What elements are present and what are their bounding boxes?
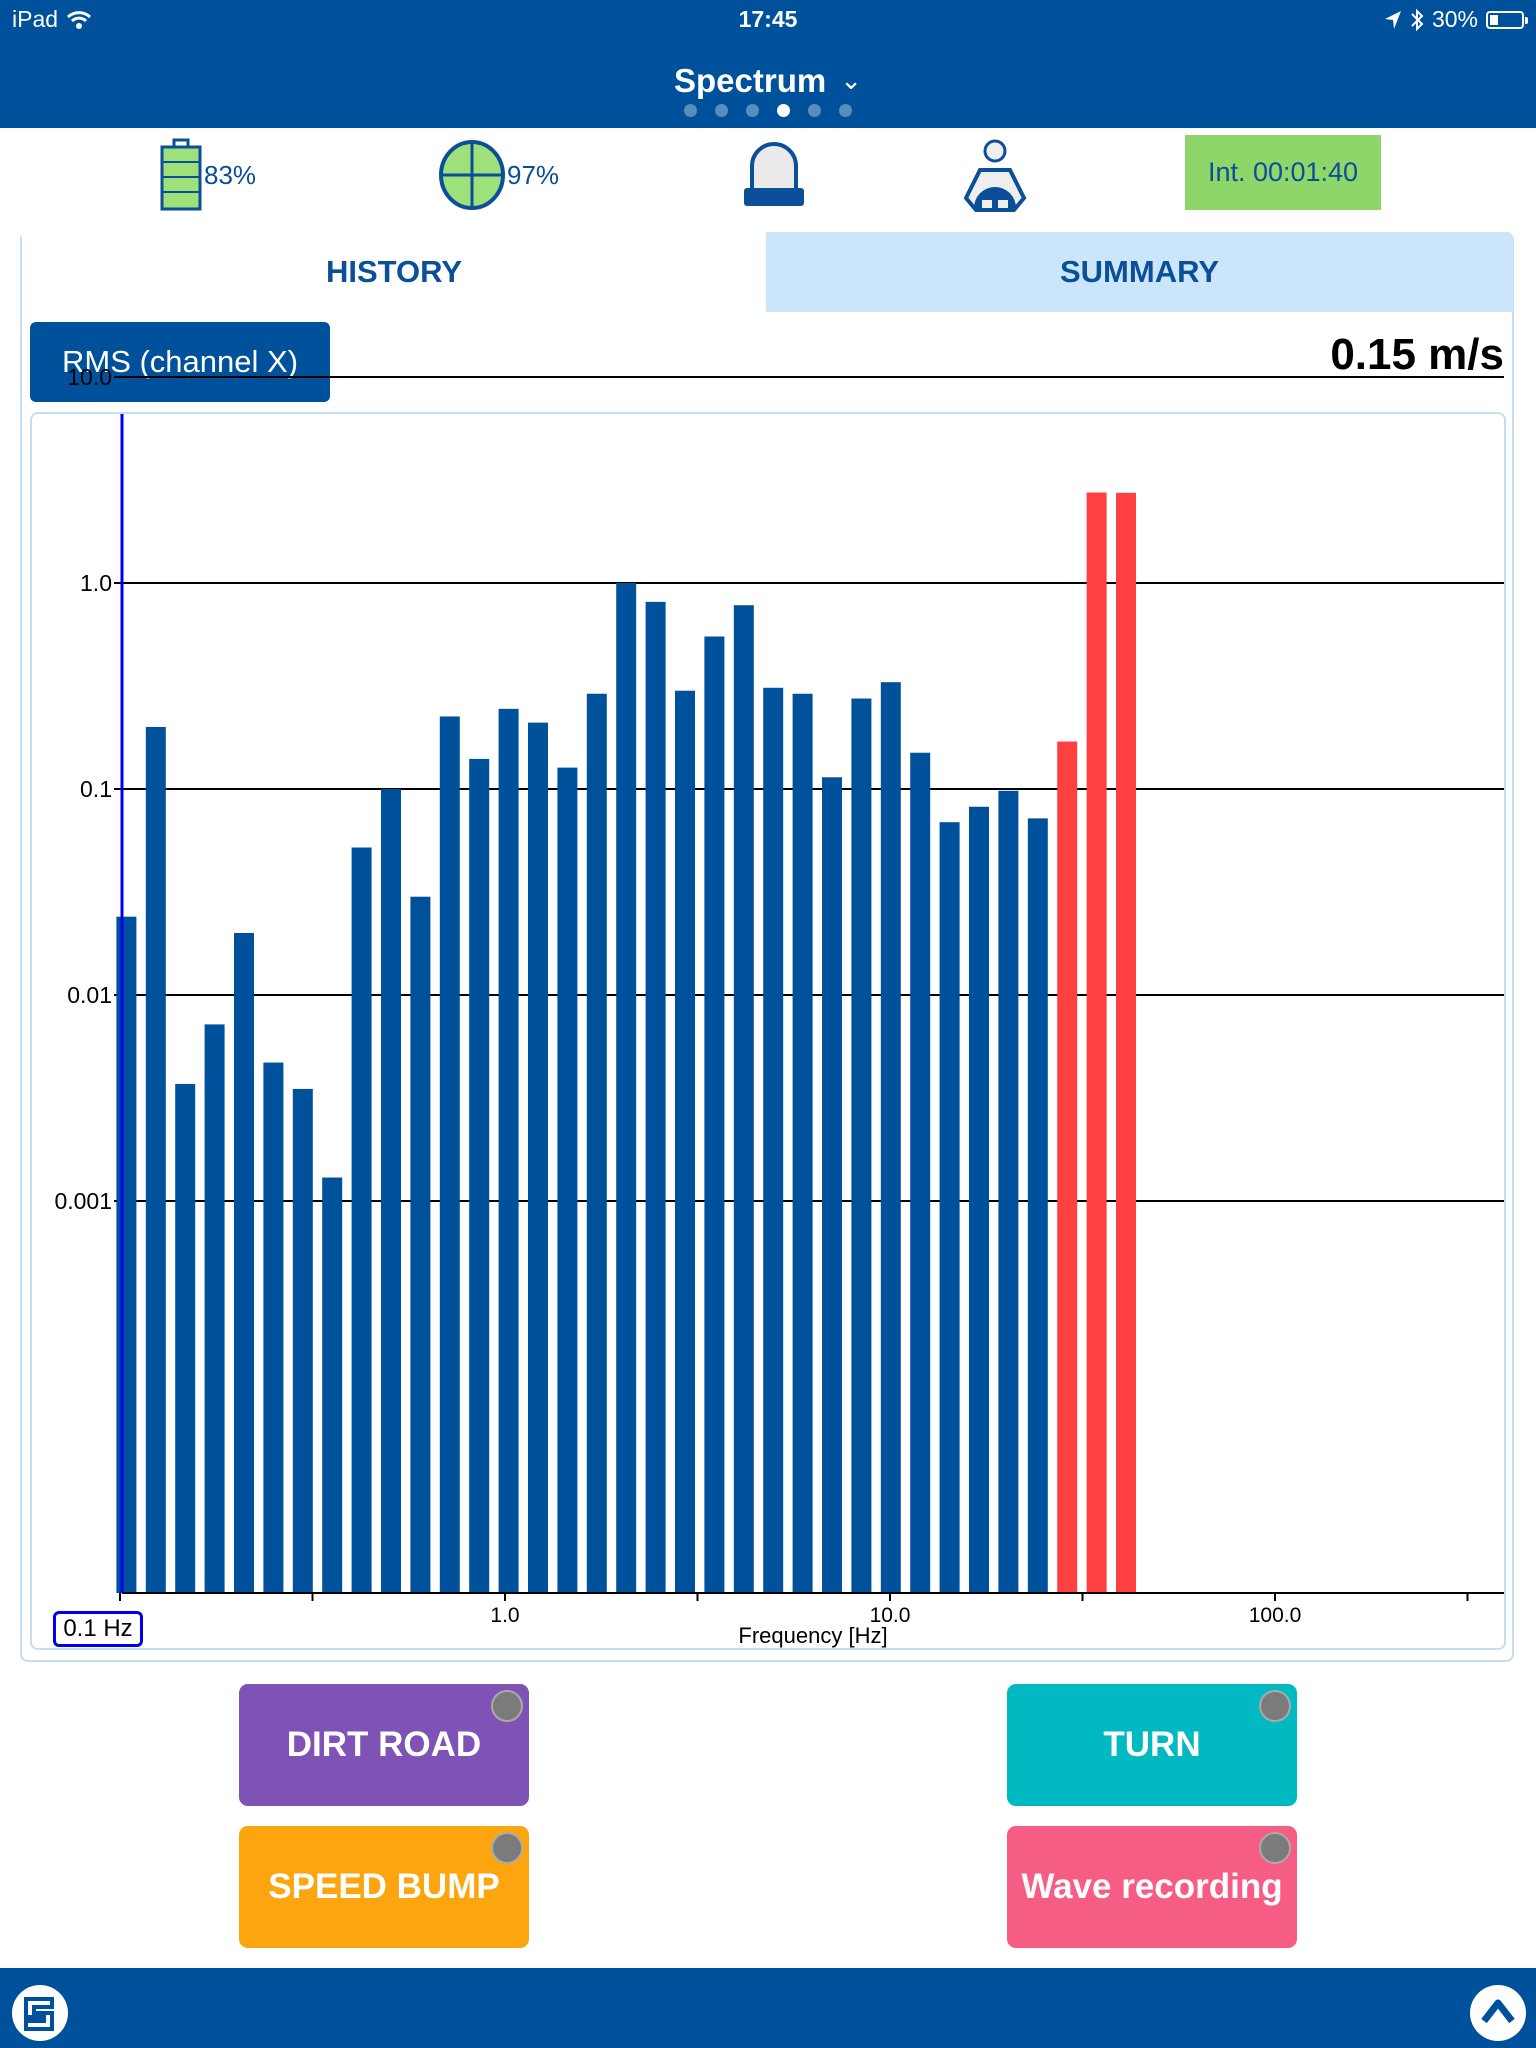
bar — [351, 847, 372, 1593]
bar — [528, 722, 548, 1593]
bar — [1027, 818, 1048, 1593]
app-logo-icon[interactable] — [12, 1985, 68, 2041]
x-tick-label: 1.0 — [490, 1604, 519, 1627]
bar — [880, 682, 901, 1593]
bar — [822, 777, 842, 1593]
status-led-icon — [491, 1832, 523, 1864]
bar — [910, 752, 931, 1593]
bar — [439, 716, 460, 1593]
status-led-icon — [1259, 1690, 1291, 1722]
bottom-bar — [0, 1968, 1536, 2048]
event-label: SPEED BUMP — [268, 1867, 500, 1906]
y-tick-label: 10.0 — [67, 364, 112, 390]
event-button-speed-bump[interactable]: SPEED BUMP — [239, 1826, 529, 1948]
event-label: TURN — [1103, 1725, 1201, 1764]
bar — [1057, 741, 1078, 1593]
event-label: Wave recording — [1021, 1867, 1283, 1906]
bar — [145, 726, 166, 1593]
cursor-frequency-label[interactable]: 0.1 Hz — [53, 1611, 143, 1647]
y-tick-label: 0.001 — [54, 1188, 112, 1214]
bar — [381, 789, 401, 1593]
bar — [204, 1024, 225, 1593]
y-tick-label: 1.0 — [80, 570, 112, 596]
event-button-turn[interactable]: TURN — [1007, 1684, 1297, 1806]
x-tick-label: 100.0 — [1249, 1604, 1302, 1627]
bar — [410, 896, 431, 1593]
bar — [557, 767, 578, 1593]
x-axis-title: Frequency [Hz] — [738, 1623, 887, 1648]
bar — [792, 693, 813, 1593]
event-button-dirt-road[interactable]: DIRT ROAD — [239, 1684, 529, 1806]
y-tick-label: 0.1 — [80, 776, 112, 802]
y-tick-label: 0.01 — [67, 982, 112, 1008]
bar — [175, 1083, 196, 1593]
bar — [616, 583, 637, 1593]
bar — [851, 698, 872, 1593]
bar — [645, 601, 666, 1593]
bar — [704, 636, 725, 1593]
spectrum-chart[interactable]: 10.01.00.10.010.0011.0 10.0 100.0 Frequenc… — [0, 0, 1536, 1680]
chevron-up-icon — [1481, 1999, 1515, 2024]
bar — [234, 932, 254, 1593]
event-label: DIRT ROAD — [286, 1725, 482, 1764]
bar — [322, 1177, 343, 1593]
expand-up-button[interactable] — [1470, 1985, 1526, 2041]
bar — [292, 1088, 313, 1593]
bar — [586, 693, 607, 1593]
bar — [939, 822, 960, 1593]
bars — [116, 492, 1136, 1594]
bar — [498, 708, 519, 1593]
status-led-icon — [491, 1690, 523, 1722]
cursor-label-text: 0.1 Hz — [63, 1615, 133, 1642]
bar — [675, 690, 695, 1593]
event-button-wave-recording[interactable]: Wave recording — [1007, 1826, 1297, 1948]
bar — [733, 605, 754, 1593]
bar — [763, 687, 784, 1593]
bar — [1086, 492, 1107, 1594]
bar — [116, 916, 137, 1593]
status-led-icon — [1259, 1832, 1291, 1864]
bar — [998, 790, 1019, 1593]
bar — [969, 806, 989, 1593]
bar — [469, 758, 490, 1593]
bar — [1116, 492, 1136, 1594]
bar — [263, 1062, 284, 1593]
